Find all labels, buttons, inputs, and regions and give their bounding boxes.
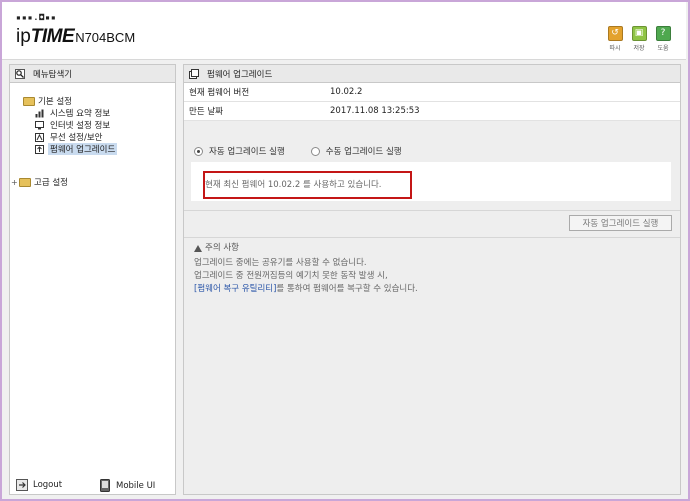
info-value: 2017.11.08 13:25:53 bbox=[330, 106, 420, 116]
radio-unchecked-icon bbox=[310, 146, 320, 156]
brand-ip: ip bbox=[16, 26, 31, 47]
sidebar-item-label: 시스템 요약 정보 bbox=[50, 109, 111, 119]
tree-basic-label: 기본 설정 bbox=[38, 97, 72, 107]
notice-line: 업그레이드 중 전원꺼짐등의 예기치 못한 동작 발생 시, bbox=[194, 271, 388, 281]
notice-title: 주의 사항 bbox=[205, 243, 239, 253]
logout-button[interactable]: Logout bbox=[16, 479, 62, 491]
radio-manual-upgrade[interactable]: 수동 업그레이드 실행 bbox=[310, 145, 402, 157]
sidebar-item-system-summary[interactable]: 시스템 요약 정보 bbox=[23, 107, 117, 119]
help-label: 도움 bbox=[657, 45, 669, 52]
firmware-info: 현재 펌웨어 버전 10.02.2 만든 날짜 2017.11.08 13:25… bbox=[184, 83, 680, 121]
wireless-icon bbox=[35, 132, 44, 142]
notice-line: [펌웨어 복구 유틸리티]를 통하여 펌웨어를 복구할 수 있습니다. bbox=[194, 283, 418, 296]
mobile-icon bbox=[100, 479, 110, 492]
sidebar-item-internet-settings[interactable]: 인터넷 설정 정보 bbox=[23, 119, 117, 131]
upgrade-icon bbox=[35, 144, 44, 154]
upgrade-mode: 자동 업그레이드 실행 수동 업그레이드 실행 bbox=[184, 141, 680, 161]
info-row-version: 현재 펌웨어 버전 10.02.2 bbox=[184, 83, 680, 102]
tree-advanced-settings[interactable]: + 고급 설정 bbox=[11, 176, 117, 188]
folder-icon bbox=[23, 96, 35, 106]
divider bbox=[184, 237, 680, 238]
model-name: N704BCM bbox=[75, 30, 136, 45]
main-panel: 펌웨어 업그레이드 현재 펌웨어 버전 10.02.2 만든 날짜 2017.1… bbox=[183, 64, 681, 495]
window-icon bbox=[189, 68, 199, 79]
radio-checked-icon bbox=[194, 146, 203, 156]
sidebar-title: 메뉴탐색기 bbox=[33, 69, 73, 80]
save-label: 저장 bbox=[633, 45, 645, 52]
sidebar: 메뉴탐색기 기본 설정 시스템 요약 정보 인터넷 설정 정보 무선 설정/보안 bbox=[9, 64, 176, 495]
page-title: 펌웨어 업그레이드 bbox=[207, 69, 273, 80]
notice-line-rest: 를 통하여 펌웨어를 복구할 수 있습니다. bbox=[276, 284, 418, 294]
sidebar-title-bar: 메뉴탐색기 bbox=[10, 65, 175, 83]
info-row-date: 만든 날짜 2017.11.08 13:25:53 bbox=[184, 102, 680, 121]
radio-auto-upgrade[interactable]: 자동 업그레이드 실행 bbox=[194, 145, 285, 157]
sidebar-footer: Logout Mobile UI bbox=[10, 476, 175, 494]
monitor-icon bbox=[35, 120, 44, 129]
help-icon: ? bbox=[655, 26, 671, 41]
info-value: 10.02.2 bbox=[330, 87, 363, 97]
folder-icon bbox=[19, 177, 31, 187]
status-box: 현재 최신 펌웨어 10.02.2 를 사용하고 있습니다. bbox=[191, 162, 671, 201]
run-auto-upgrade-button[interactable]: 자동 업그레이드 실행 bbox=[569, 215, 672, 231]
radio-auto-label: 자동 업그레이드 실행 bbox=[209, 147, 285, 157]
highlight-box bbox=[203, 171, 412, 199]
notice-section: 주의 사항 업그레이드 중에는 공유기를 사용할 수 없습니다. 업그레이드 중… bbox=[194, 242, 418, 296]
main-title-bar: 펌웨어 업그레이드 bbox=[184, 65, 680, 83]
sidebar-item-label: 펌웨어 업그레이드 bbox=[48, 143, 118, 155]
brand-logo: ipTIMEN704BCM bbox=[16, 26, 135, 48]
sidebar-item-wireless-settings[interactable]: 무선 설정/보안 bbox=[23, 131, 117, 143]
refresh-label: 따시 bbox=[609, 45, 621, 52]
sidebar-item-label: 무선 설정/보안 bbox=[50, 133, 103, 143]
info-key: 만든 날짜 bbox=[189, 107, 223, 117]
mobile-ui-button[interactable]: Mobile UI bbox=[100, 479, 155, 492]
sidebar-item-label: 인터넷 설정 정보 bbox=[50, 121, 111, 131]
mobile-ui-label: Mobile UI bbox=[116, 480, 156, 491]
help-button[interactable]: ? 도움 bbox=[654, 26, 672, 52]
refresh-button[interactable]: ↺ 따시 bbox=[606, 26, 624, 52]
warning-icon bbox=[194, 245, 202, 252]
expand-icon[interactable]: + bbox=[11, 178, 18, 187]
tree-basic-settings[interactable]: 기본 설정 bbox=[23, 95, 117, 107]
notice-header: 주의 사항 bbox=[194, 242, 418, 255]
info-key: 현재 펌웨어 버전 bbox=[189, 88, 250, 98]
divider bbox=[184, 210, 680, 211]
logout-icon bbox=[16, 479, 28, 491]
search-icon bbox=[15, 68, 25, 79]
notice-line: 업그레이드 중에는 공유기를 사용할 수 없습니다. bbox=[194, 258, 367, 268]
logo-mark: ▪▪▪.◘▪▪ bbox=[16, 13, 57, 22]
radio-manual-label: 수동 업그레이드 실행 bbox=[325, 147, 402, 157]
save-button[interactable]: ▣ 저장 bbox=[630, 26, 648, 52]
brand-time: TIME bbox=[30, 26, 75, 47]
logout-label: Logout bbox=[33, 480, 63, 490]
tree-advanced-label: 고급 설정 bbox=[34, 178, 68, 188]
header: ▪▪▪.◘▪▪ ipTIMEN704BCM ↺ 따시 ▣ 저장 ? 도움 bbox=[2, 2, 686, 60]
header-buttons: ↺ 따시 ▣ 저장 ? 도움 bbox=[606, 26, 672, 52]
refresh-icon: ↺ bbox=[607, 26, 623, 41]
menu-tree: 기본 설정 시스템 요약 정보 인터넷 설정 정보 무선 설정/보안 펌웨어 업… bbox=[11, 95, 118, 188]
chart-icon bbox=[35, 109, 44, 117]
sidebar-item-firmware-upgrade[interactable]: 펌웨어 업그레이드 bbox=[23, 143, 118, 155]
save-icon: ▣ bbox=[631, 26, 647, 41]
recovery-utility-link[interactable]: [펌웨어 복구 유틸리티] bbox=[194, 284, 276, 294]
